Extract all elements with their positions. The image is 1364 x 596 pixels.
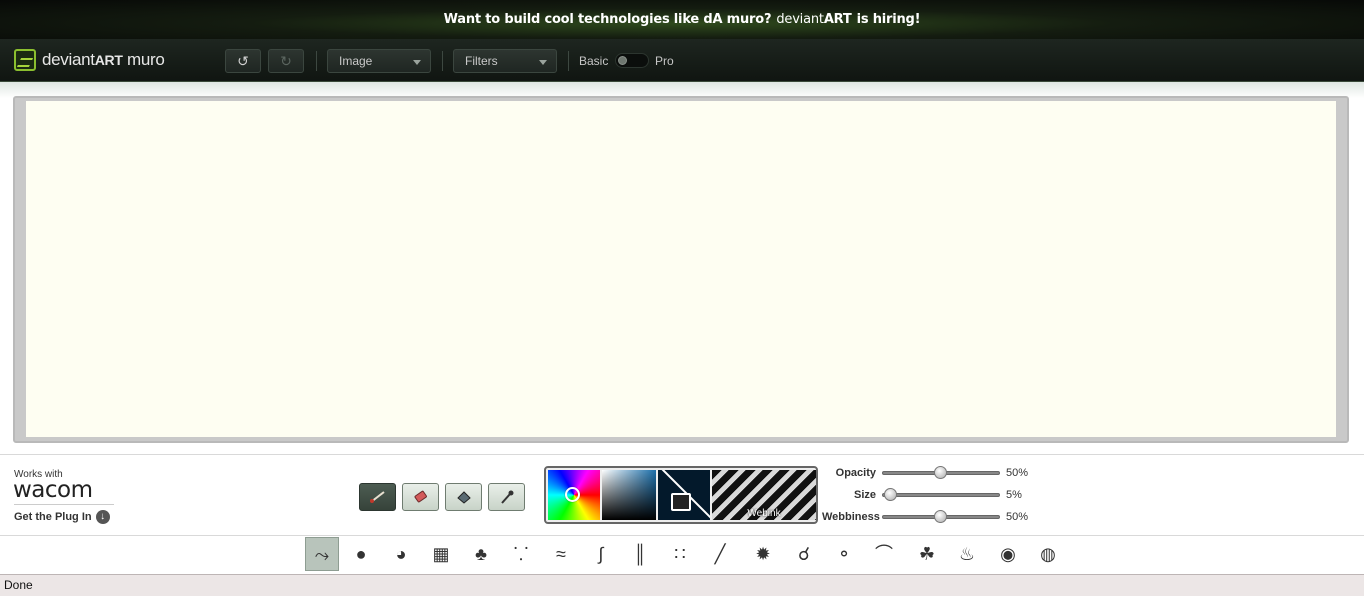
size-slider[interactable] (882, 493, 1000, 497)
mode-basic-label[interactable]: Basic (579, 54, 608, 68)
chevron-down-icon (539, 60, 547, 65)
redo-button[interactable]: ↻ (268, 49, 304, 73)
mode-pro-label[interactable]: Pro (655, 54, 674, 68)
status-text: Done (4, 578, 33, 592)
webbiness-value: 50% (1006, 511, 1029, 523)
squiggle-brush-icon[interactable]: ⤳ (305, 537, 339, 571)
flame-brush-icon[interactable]: ♨ (950, 537, 984, 571)
deviantart-logo-icon (14, 49, 36, 71)
round-brush-icon[interactable]: ● (344, 537, 378, 571)
swap-colors-icon[interactable] (671, 493, 691, 511)
banner-brand: deviantART (776, 12, 851, 27)
canvas-area (0, 82, 1364, 454)
hatch-brush-icon[interactable]: ╱ (703, 537, 737, 571)
crosshatch-brush-icon[interactable]: ▦ (424, 537, 458, 571)
brush-icon (370, 491, 385, 503)
app-title: deviantART muro (42, 50, 165, 70)
webbiness-slider-thumb[interactable] (934, 510, 947, 523)
app-logo: deviantART muro (14, 49, 165, 71)
canvas-frame (13, 96, 1349, 443)
toggle-knob (618, 56, 627, 65)
opacity-slider-thumb[interactable] (934, 466, 947, 479)
get-plugin-label: Get the Plug In (14, 511, 92, 523)
texture-swatch[interactable]: Webink (712, 470, 816, 520)
undo-button[interactable]: ↺ (225, 49, 261, 73)
sprig-brush-icon[interactable]: ☘ (910, 537, 944, 571)
size-slider-thumb[interactable] (884, 488, 897, 501)
app-title-light: deviant (42, 50, 95, 69)
image-menu-label: Image (339, 54, 373, 68)
texture-label: Webink (747, 508, 781, 519)
toolbar-divider (316, 51, 317, 71)
ring-brush-icon[interactable]: ⚬ (827, 537, 861, 571)
size-value: 5% (1006, 489, 1022, 501)
wing-brush-icon[interactable]: ⌒ (867, 537, 901, 571)
splatter-brush-icon[interactable]: ⸪ (504, 537, 538, 571)
banner-text: Want to build cool technologies like dA … (443, 12, 772, 27)
banner-brand-bold: ART (823, 12, 852, 27)
dots-brush-icon[interactable]: ∷ (663, 537, 697, 571)
status-bar: Done (0, 574, 1364, 596)
get-plugin-link[interactable]: Get the Plug In ↓ (14, 510, 110, 524)
brush-selector: ⤳ ● ◕ ▦ ♣ ⸪ ≈ ∫ ║ ∷ ╱ ✹ ☌ ⚬ ⌒ ☘ ♨ ◉ ◍ (0, 535, 1364, 575)
link-brush-icon[interactable]: ☌ (787, 537, 821, 571)
filters-menu[interactable]: Filters (453, 49, 557, 73)
toolbar-divider (568, 51, 569, 71)
drip-brush-icon[interactable]: ♣ (464, 537, 498, 571)
redo-icon: ↻ (280, 53, 292, 69)
color-picker: Webink (544, 466, 818, 524)
opacity-label: Opacity (835, 467, 876, 479)
star-brush-icon[interactable]: ✹ (746, 537, 780, 571)
current-color-swatch[interactable] (658, 470, 710, 520)
webbiness-label: Webbiness (822, 511, 880, 523)
saturation-value-picker[interactable] (602, 470, 656, 520)
tool-panel: Works with wacom Get the Plug In ↓ Webin… (0, 454, 1364, 536)
banner-brand-light: deviant (776, 12, 824, 27)
main-toolbar: deviantART muro ↺ ↻ Image Filters Basic … (0, 39, 1364, 82)
mode-toggle[interactable] (615, 53, 649, 68)
image-menu[interactable]: Image (327, 49, 431, 73)
hue-wheel[interactable] (548, 470, 600, 520)
download-icon: ↓ (95, 510, 110, 524)
spring-brush-icon[interactable]: ≈ (544, 537, 578, 571)
size-label: Size (853, 489, 876, 501)
app-title-suffix: muro (122, 50, 165, 69)
wacom-divider (14, 504, 114, 505)
wacom-logo: wacom (13, 477, 93, 503)
swirl-brush-icon[interactable]: ∫ (584, 537, 618, 571)
fill-tool-button[interactable] (445, 483, 482, 511)
hue-selector[interactable] (565, 487, 580, 502)
app-title-bold: ART (94, 52, 123, 68)
sphere-brush-icon[interactable]: ◉ (991, 537, 1025, 571)
pie-brush-icon[interactable]: ◕ (384, 537, 418, 571)
lines-brush-icon[interactable]: ║ (623, 537, 657, 571)
opacity-value: 50% (1006, 467, 1029, 479)
eyedropper-icon (501, 490, 514, 504)
paint-bucket-icon (457, 491, 471, 504)
globe-brush-icon[interactable]: ◍ (1031, 537, 1065, 571)
eraser-tool-button[interactable] (402, 483, 439, 511)
eyedropper-tool-button[interactable] (488, 483, 525, 511)
hiring-banner[interactable]: Want to build cool technologies like dA … (0, 0, 1364, 39)
undo-icon: ↺ (237, 53, 249, 69)
chevron-down-icon (413, 60, 421, 65)
brush-tool-button[interactable] (359, 483, 396, 511)
banner-tail: is hiring! (856, 12, 921, 27)
eraser-icon (414, 490, 427, 503)
filters-menu-label: Filters (465, 54, 498, 68)
drawing-canvas[interactable] (26, 101, 1336, 437)
toolbar-divider (442, 51, 443, 71)
